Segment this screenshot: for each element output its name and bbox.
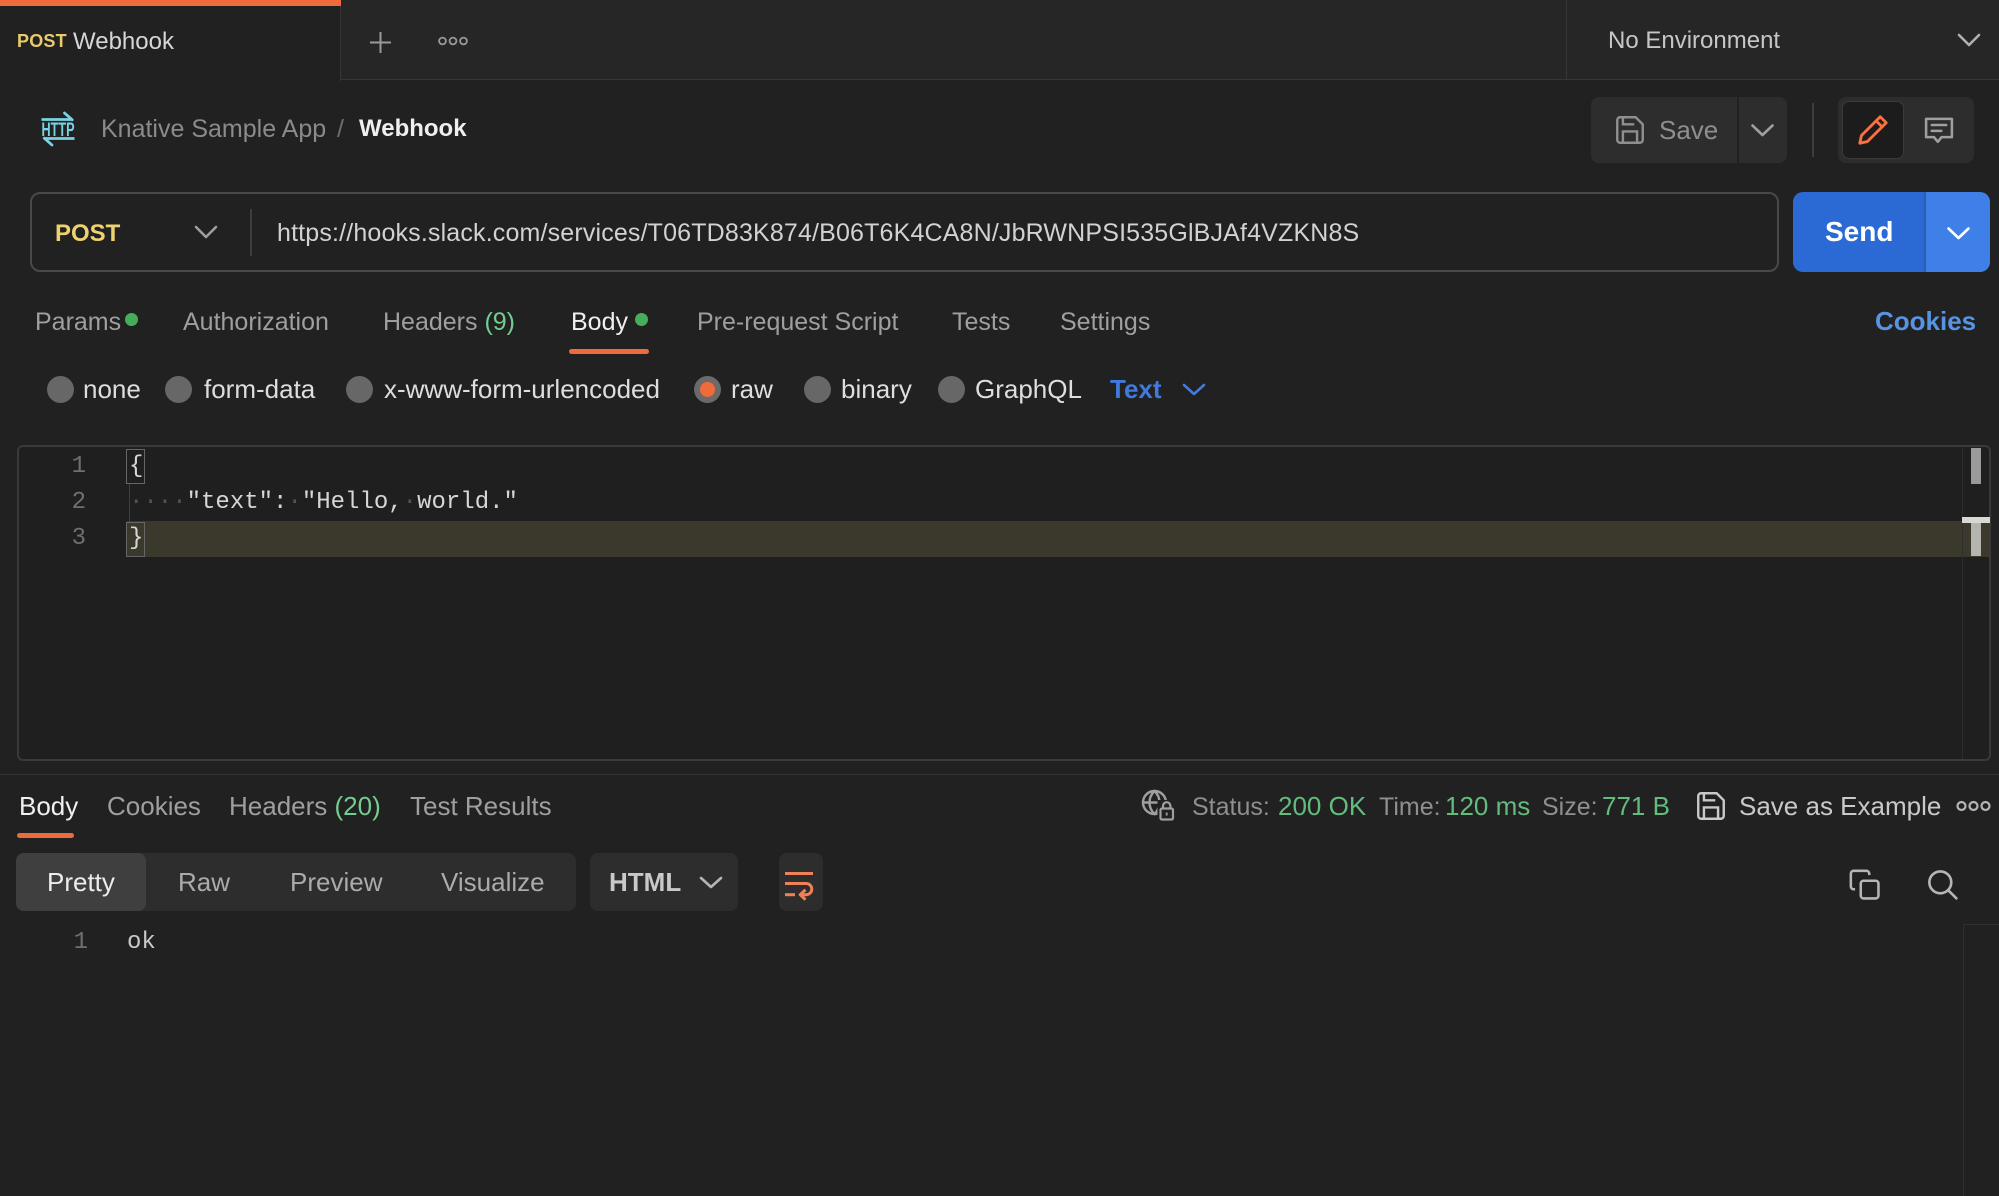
svg-text:HTTP: HTTP [42,119,75,141]
